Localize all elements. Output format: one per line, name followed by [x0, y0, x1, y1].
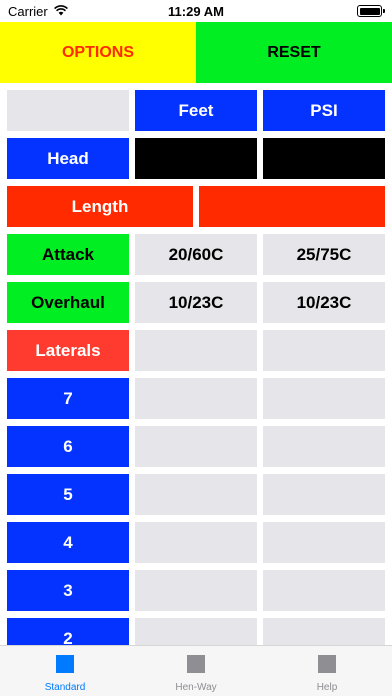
overhaul-button[interactable]: Overhaul	[7, 282, 129, 323]
overhaul-psi-value: 10/23C	[263, 282, 385, 323]
tab-help-label: Help	[316, 682, 338, 693]
lateral-3-psi-cell	[263, 570, 385, 611]
psi-header[interactable]: PSI	[263, 90, 385, 131]
overhaul-feet-value: 10/23C	[135, 282, 257, 323]
lateral-6-psi-cell	[263, 426, 385, 467]
attack-psi-value: 25/75C	[263, 234, 385, 275]
tab-standard[interactable]: Standard	[0, 646, 130, 696]
status-bar: Carrier 11:29 AM	[0, 0, 392, 22]
tab-hen-way-label: Hen-Way	[175, 682, 217, 693]
laterals-button[interactable]: Laterals	[7, 330, 129, 371]
length-value-field[interactable]	[199, 186, 385, 227]
lateral-5-psi-cell	[263, 474, 385, 515]
lateral-7-psi-cell	[263, 378, 385, 419]
head-psi-field[interactable]	[263, 138, 385, 179]
reset-button[interactable]: RESET	[196, 22, 392, 83]
square-icon	[318, 655, 336, 673]
tab-hen-way[interactable]: Hen-Way	[131, 646, 261, 696]
lateral-6-feet-cell	[135, 426, 257, 467]
tab-bar: Standard Hen-Way Help	[0, 645, 392, 696]
lateral-4-feet-cell	[135, 522, 257, 563]
lateral-6-button[interactable]: 6	[7, 426, 129, 467]
tab-standard-label: Standard	[44, 682, 86, 693]
lateral-5-feet-cell	[135, 474, 257, 515]
feet-header[interactable]: Feet	[135, 90, 257, 131]
attack-feet-value: 20/60C	[135, 234, 257, 275]
tab-help[interactable]: Help	[262, 646, 392, 696]
lateral-4-psi-cell	[263, 522, 385, 563]
lateral-3-button[interactable]: 3	[7, 570, 129, 611]
length-button[interactable]: Length	[7, 186, 193, 227]
laterals-psi-cell	[263, 330, 385, 371]
header-blank-cell	[7, 90, 129, 131]
lateral-3-feet-cell	[135, 570, 257, 611]
laterals-feet-cell	[135, 330, 257, 371]
lateral-7-feet-cell	[135, 378, 257, 419]
head-button[interactable]: Head	[7, 138, 129, 179]
lateral-7-button[interactable]: 7	[7, 378, 129, 419]
square-icon	[187, 655, 205, 673]
lateral-5-button[interactable]: 5	[7, 474, 129, 515]
lateral-4-button[interactable]: 4	[7, 522, 129, 563]
attack-button[interactable]: Attack	[7, 234, 129, 275]
battery-icon	[357, 5, 385, 17]
head-feet-field[interactable]	[135, 138, 257, 179]
clock-time: 11:29 AM	[168, 4, 224, 19]
options-button[interactable]: OPTIONS	[0, 22, 196, 83]
square-icon	[56, 655, 74, 673]
